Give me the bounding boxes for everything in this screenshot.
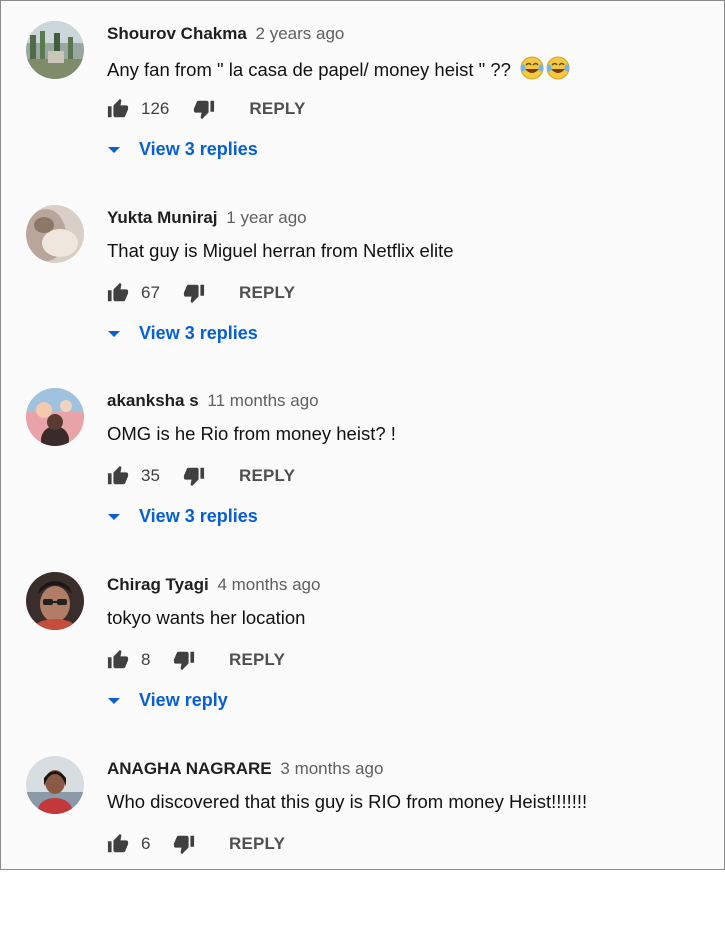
view-replies-button[interactable]: View 3 replies — [107, 323, 258, 344]
like-count: 67 — [141, 283, 160, 302]
reply-button[interactable]: REPLY — [229, 650, 285, 670]
comment-header: Chirag Tyagi 4 months ago — [107, 575, 320, 595]
laughing-emoji-icon — [520, 56, 572, 85]
view-replies-label: View 3 replies — [139, 506, 258, 526]
caret-down-icon — [108, 513, 120, 520]
comment-header: akanksha s 11 months ago — [107, 391, 319, 411]
reply-button[interactable]: REPLY — [239, 283, 295, 303]
reply-button[interactable]: REPLY — [229, 834, 285, 854]
avatar[interactable] — [26, 388, 84, 446]
comment-time[interactable]: 1 year ago — [226, 208, 306, 227]
comment-actions: 6 REPLY — [107, 831, 285, 857]
caret-down-icon — [108, 146, 120, 153]
dislike-icon[interactable] — [173, 833, 195, 855]
view-replies-button[interactable]: View 3 replies — [107, 139, 258, 160]
comment: Chirag Tyagi 4 months ago tokyo wants he… — [1, 572, 725, 756]
reply-button[interactable]: REPLY — [249, 99, 305, 119]
avatar[interactable] — [26, 572, 84, 630]
comment: Yukta Muniraj 1 year ago That guy is Mig… — [1, 205, 725, 389]
like-count: 8 — [141, 650, 151, 669]
comment-author[interactable]: akanksha s — [107, 391, 199, 410]
like-icon[interactable] — [107, 833, 129, 855]
caret-down-icon — [108, 330, 120, 337]
comment-actions: 8 REPLY — [107, 647, 285, 673]
caret-down-icon — [108, 697, 120, 704]
dislike-icon[interactable] — [193, 98, 215, 120]
dislike-icon[interactable] — [183, 282, 205, 304]
comments-panel: Shourov Chakma 2 years ago Any fan from … — [0, 0, 725, 870]
comment-actions: 126 REPLY — [107, 96, 306, 122]
dislike-icon[interactable] — [173, 649, 195, 671]
comment-time[interactable]: 3 months ago — [280, 759, 383, 778]
avatar[interactable] — [26, 205, 84, 263]
comment: akanksha s 11 months ago OMG is he Rio f… — [1, 388, 725, 572]
view-replies-label: View 3 replies — [139, 323, 258, 343]
like-icon[interactable] — [107, 282, 129, 304]
view-replies-label: View reply — [139, 690, 228, 710]
view-replies-label: View 3 replies — [139, 139, 258, 159]
comment-author[interactable]: Chirag Tyagi — [107, 575, 209, 594]
comment-actions: 67 REPLY — [107, 280, 295, 306]
comment-header: Yukta Muniraj 1 year ago — [107, 208, 307, 228]
like-count: 126 — [141, 99, 170, 118]
comment-author[interactable]: ANAGHA NAGRARE — [107, 759, 272, 778]
comment-text: OMG is he Rio from money heist? ! — [107, 423, 396, 444]
comment-text: tokyo wants her location — [107, 607, 306, 628]
comment-author[interactable]: Shourov Chakma — [107, 24, 247, 43]
comment-actions: 35 REPLY — [107, 463, 295, 489]
avatar[interactable] — [26, 756, 84, 814]
comment-header: ANAGHA NAGRARE 3 months ago — [107, 759, 383, 779]
comment-author[interactable]: Yukta Muniraj — [107, 208, 218, 227]
view-replies-button[interactable]: View reply — [107, 690, 228, 711]
view-replies-button[interactable]: View 3 replies — [107, 506, 258, 527]
like-count: 35 — [141, 466, 160, 485]
comment: ANAGHA NAGRARE 3 months ago Who discover… — [1, 756, 725, 940]
comment-time[interactable]: 4 months ago — [217, 575, 320, 594]
comment-time[interactable]: 2 years ago — [256, 24, 345, 43]
avatar[interactable] — [26, 21, 84, 79]
comment-time[interactable]: 11 months ago — [207, 391, 318, 410]
comment-text-body: Any fan from " la casa de papel/ money h… — [107, 59, 511, 80]
like-count: 6 — [141, 834, 151, 853]
like-icon[interactable] — [107, 98, 129, 120]
dislike-icon[interactable] — [183, 465, 205, 487]
comment: Shourov Chakma 2 years ago Any fan from … — [1, 21, 725, 205]
comment-text: Who discovered that this guy is RIO from… — [107, 791, 588, 812]
reply-button[interactable]: REPLY — [239, 466, 295, 486]
comment-text: That guy is Miguel herran from Netflix e… — [107, 240, 454, 261]
like-icon[interactable] — [107, 649, 129, 671]
like-icon[interactable] — [107, 465, 129, 487]
comment-header: Shourov Chakma 2 years ago — [107, 24, 344, 44]
comment-text: Any fan from " la casa de papel/ money h… — [107, 56, 572, 85]
